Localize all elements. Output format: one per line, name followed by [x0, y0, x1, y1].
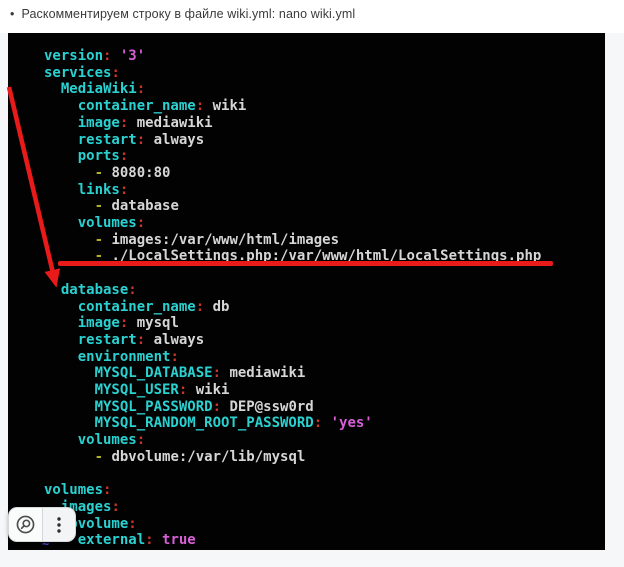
image-search-button[interactable] [9, 508, 42, 541]
code-line: MYSQL_USER: wiki [44, 382, 541, 399]
instruction-text: Раскомментируем строку в файле wiki.yml:… [21, 7, 355, 21]
code-line: volumes: [44, 215, 541, 232]
code-line: - 8080:80 [44, 165, 541, 182]
code-line: dbvolume: [44, 516, 541, 533]
instruction-line: • Раскомментируем строку в файле wiki.ym… [10, 7, 355, 21]
code-line: - dbvolume:/var/lib/mysql [44, 449, 541, 466]
code-line: links: [44, 182, 541, 199]
code-line: environment: [44, 349, 541, 366]
image-toolbar[interactable] [8, 507, 76, 542]
code-line: MediaWiki: [44, 81, 541, 98]
code-line: services: [44, 65, 541, 82]
code-line: database: [44, 282, 541, 299]
code-line: container_name: wiki [44, 98, 541, 115]
code-line [44, 466, 541, 483]
code-line [44, 265, 541, 282]
code-line: image: mysql [44, 315, 541, 332]
code-line: external: true [44, 532, 541, 549]
code-line: images: [44, 499, 541, 516]
content-region: version: '3'services: MediaWiki: contain… [0, 33, 624, 567]
code-line: MYSQL_RANDOM_ROOT_PASSWORD: 'yes' [44, 415, 541, 432]
code-line: ports: [44, 148, 541, 165]
more-options-button[interactable] [43, 508, 76, 541]
code-line: version: '3' [44, 48, 541, 65]
code-line: container_name: db [44, 299, 541, 316]
code-line: - database [44, 198, 541, 215]
code-line: restart: always [44, 332, 541, 349]
page-root: • Раскомментируем строку в файле wiki.ym… [0, 0, 624, 567]
terminal-window: version: '3'services: MediaWiki: contain… [8, 33, 605, 550]
code-line: volumes: [44, 482, 541, 499]
lens-search-icon [15, 514, 36, 535]
terminal-code: version: '3'services: MediaWiki: contain… [8, 48, 541, 549]
code-line: - images:/var/www/html/images [44, 232, 541, 249]
code-line: MYSQL_PASSWORD: DEP@ssw0rd [44, 399, 541, 416]
code-line: restart: always [44, 132, 541, 149]
kebab-menu-icon [51, 516, 67, 534]
bullet-marker: • [10, 7, 14, 21]
code-line: MYSQL_DATABASE: mediawiki [44, 365, 541, 382]
code-line: volumes: [44, 432, 541, 449]
red-underline [58, 261, 553, 266]
code-line: image: mediawiki [44, 115, 541, 132]
